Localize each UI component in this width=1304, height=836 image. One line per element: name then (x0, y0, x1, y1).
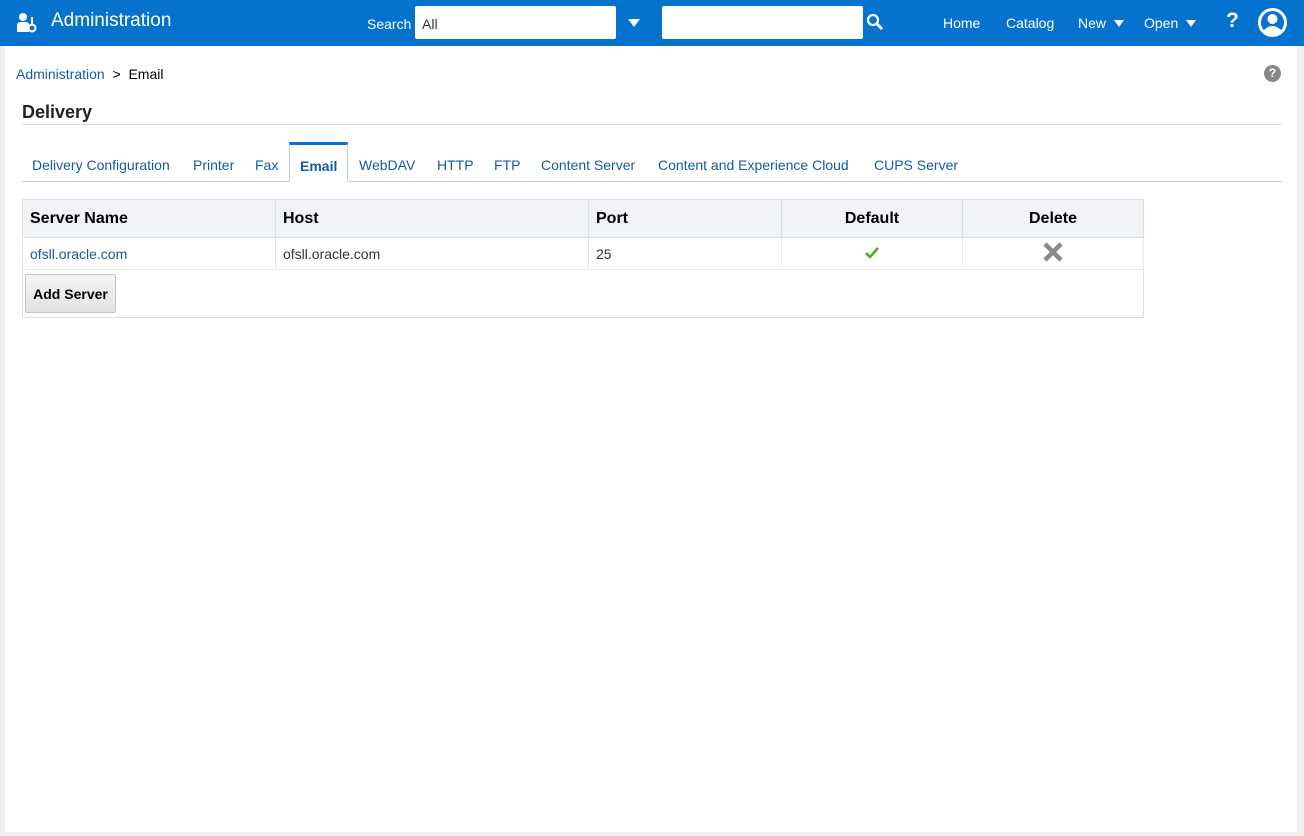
nav-catalog[interactable]: Catalog (1006, 15, 1054, 31)
checkmark-icon (865, 246, 879, 259)
tab-content-server[interactable]: Content Server (541, 142, 635, 182)
administration-icon (17, 13, 37, 33)
caret-down-icon (1114, 20, 1125, 27)
breadcrumb-current: Email (128, 66, 164, 82)
content-area: Administration > Email ? Delivery Delive… (5, 46, 1297, 832)
breadcrumb: Administration > Email (16, 66, 163, 82)
app-title: Administration (51, 10, 172, 31)
chevron-down-icon[interactable] (628, 19, 640, 27)
user-avatar-icon[interactable] (1258, 8, 1287, 37)
tab-webdav[interactable]: WebDAV (359, 142, 415, 182)
tab-printer[interactable]: Printer (193, 142, 234, 182)
top-bar: Administration Search All Home Catalog N… (0, 0, 1304, 46)
table-footer: Add Server (22, 268, 1144, 318)
tab-ftp[interactable]: FTP (494, 142, 520, 182)
default-cell (781, 237, 963, 270)
search-scope-select[interactable]: All (415, 6, 616, 39)
tab-http[interactable]: HTTP (437, 142, 474, 182)
nav-home[interactable]: Home (943, 15, 980, 31)
divider (22, 124, 1282, 125)
tab-cups-server[interactable]: CUPS Server (874, 142, 958, 182)
table-row: ofsll.oracle.com ofsll.oracle.com 25 (22, 237, 1144, 270)
caret-down-icon (1186, 20, 1197, 27)
tab-bar: Delivery Configuration Printer Fax Email… (22, 142, 1282, 182)
column-header-port: Port (588, 199, 782, 238)
tab-fax[interactable]: Fax (255, 142, 278, 182)
breadcrumb-administration[interactable]: Administration (16, 66, 105, 82)
search-input[interactable] (662, 6, 863, 39)
nav-new[interactable]: New (1078, 15, 1125, 31)
help-icon[interactable]: ? (1226, 9, 1239, 33)
page-title: Delivery (22, 102, 93, 122)
nav-open[interactable]: Open (1144, 15, 1197, 31)
tab-delivery-configuration[interactable]: Delivery Configuration (32, 142, 170, 182)
port-cell: 25 (588, 237, 782, 270)
email-servers-table: Server Name Host Port Default Delete ofs… (22, 199, 1144, 270)
column-header-server-name: Server Name (22, 199, 276, 238)
column-header-delete: Delete (962, 199, 1144, 238)
tab-email[interactable]: Email (289, 142, 349, 182)
column-header-host: Host (275, 199, 589, 238)
add-server-button[interactable]: Add Server (25, 274, 116, 313)
search-icon[interactable] (866, 13, 884, 31)
search-label: Search (367, 16, 412, 32)
nav-new-label: New (1078, 15, 1107, 31)
delete-cell (962, 237, 1144, 270)
page-help-icon[interactable]: ? (1264, 65, 1281, 82)
server-name-link[interactable]: ofsll.oracle.com (30, 246, 127, 262)
column-header-default: Default (781, 199, 963, 238)
nav-open-label: Open (1144, 15, 1179, 31)
delete-icon[interactable] (1043, 242, 1063, 262)
tab-content-and-experience-cloud[interactable]: Content and Experience Cloud (658, 142, 849, 182)
host-cell: ofsll.oracle.com (275, 237, 589, 270)
table-header-row: Server Name Host Port Default Delete (22, 199, 1144, 238)
breadcrumb-separator: > (112, 66, 121, 82)
